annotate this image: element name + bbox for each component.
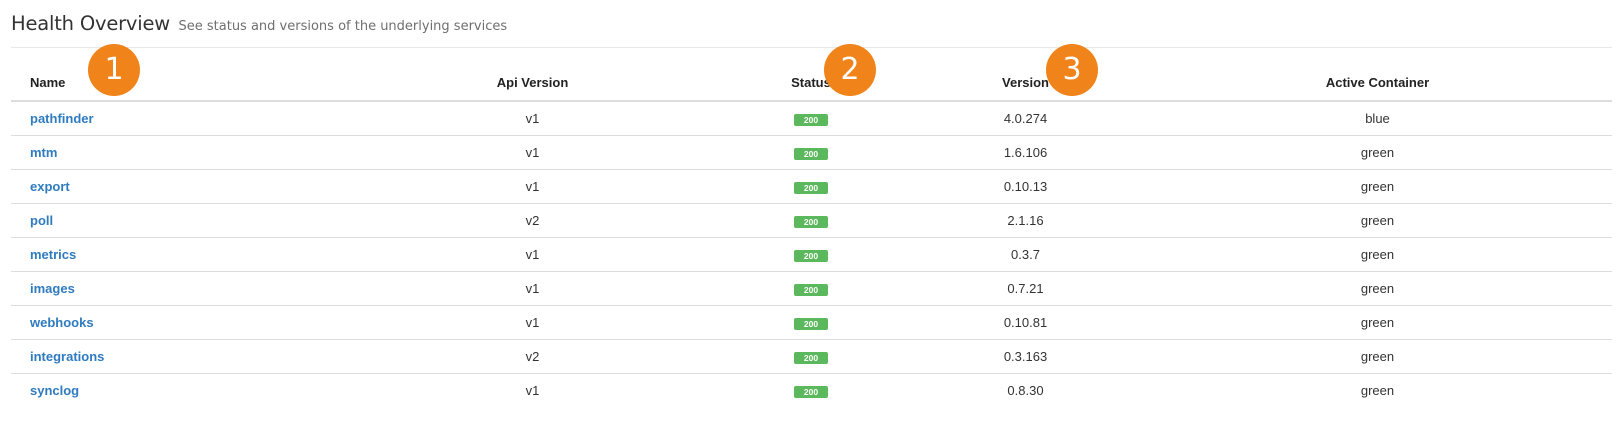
column-header-active-container: Active Container <box>1143 65 1612 102</box>
status-cell: 200 <box>714 339 908 374</box>
api-version-cell: v2 <box>351 339 714 374</box>
page-title: Health Overview <box>11 12 171 35</box>
version-cell: 0.7.21 <box>908 271 1143 306</box>
status-badge: 200 <box>793 182 829 194</box>
service-name-cell: mtm <box>11 135 351 170</box>
table-row: synclog v1 200 0.8.30 green <box>11 374 1612 408</box>
version-cell: 4.0.274 <box>908 101 1143 136</box>
service-name-cell: webhooks <box>11 305 351 340</box>
service-name-cell: poll <box>11 203 351 238</box>
callout-marker-1: 1 <box>88 44 140 96</box>
service-name-cell: pathfinder <box>11 101 351 136</box>
api-version-cell: v1 <box>351 305 714 340</box>
service-link-synclog[interactable]: synclog <box>30 383 79 398</box>
column-header-api-version: Api Version <box>351 65 714 102</box>
column-header-version: Version <box>908 65 1143 102</box>
service-link-metrics[interactable]: metrics <box>30 247 76 262</box>
table-row: pathfinder v1 200 4.0.274 blue <box>11 101 1612 136</box>
active-container-cell: green <box>1143 237 1612 272</box>
active-container-cell: green <box>1360 383 1395 398</box>
service-name-cell: images <box>11 271 351 306</box>
version-cell: 0.10.81 <box>908 305 1143 340</box>
active-container-cell: green <box>1143 305 1612 340</box>
table-row: images v1 200 0.7.21 green <box>11 271 1612 306</box>
api-version-cell: v1 <box>525 383 540 398</box>
table-row: webhooks v1 200 0.10.81 green <box>11 305 1612 340</box>
status-cell: 200 <box>714 169 908 204</box>
service-name-cell: export <box>11 169 351 204</box>
service-link-pathfinder[interactable]: pathfinder <box>30 111 94 126</box>
active-container-cell: green <box>1143 135 1612 170</box>
service-link-webhooks[interactable]: webhooks <box>30 315 94 330</box>
status-cell: 200 <box>714 203 908 238</box>
status-cell: 200 <box>714 237 908 272</box>
service-link-poll[interactable]: poll <box>30 213 53 228</box>
service-name-cell: metrics <box>11 237 351 272</box>
active-container-cell: green <box>1143 203 1612 238</box>
status-badge: 200 <box>793 284 829 296</box>
status-badge: 200 <box>793 352 829 364</box>
active-container-cell: green <box>1143 271 1612 306</box>
status-badge: 200 <box>793 148 829 160</box>
active-container-cell: green <box>1143 169 1612 204</box>
version-cell: 0.3.163 <box>908 339 1143 374</box>
status-cell: 200 <box>714 271 908 306</box>
version-cell: 2.1.16 <box>908 203 1143 238</box>
status-badge: 200 <box>793 114 829 126</box>
status-badge: 200 <box>793 250 829 262</box>
table-row: mtm v1 200 1.6.106 green <box>11 135 1612 170</box>
service-name-cell: synclog <box>11 374 351 408</box>
table-row: integrations v2 200 0.3.163 green <box>11 339 1612 374</box>
header-divider <box>11 47 1612 48</box>
table-row: metrics v1 200 0.3.7 green <box>11 237 1612 272</box>
status-cell: 200 <box>714 374 908 408</box>
callout-marker-2: 2 <box>824 44 876 96</box>
service-link-export[interactable]: export <box>30 179 70 194</box>
service-link-images[interactable]: images <box>30 281 75 296</box>
status-badge: 200 <box>793 216 829 228</box>
service-link-integrations[interactable]: integrations <box>30 349 104 364</box>
table-header-row: Name Api Version Status Version Active C… <box>11 65 1612 102</box>
api-version-cell: v1 <box>351 101 714 136</box>
version-cell: 0.10.13 <box>908 169 1143 204</box>
status-badge: 200 <box>793 386 829 398</box>
api-version-cell: v1 <box>351 271 714 306</box>
column-header-name: Name <box>11 65 351 102</box>
service-link-mtm[interactable]: mtm <box>30 145 57 160</box>
health-table: Name Api Version Status Version Active C… <box>11 65 1612 407</box>
version-cell: 0.3.7 <box>908 237 1143 272</box>
status-cell: 200 <box>714 101 908 136</box>
table-row: poll v2 200 2.1.16 green <box>11 203 1612 238</box>
version-cell: 1.6.106 <box>908 135 1143 170</box>
table-row: export v1 200 0.10.13 green <box>11 169 1612 204</box>
status-cell: 200 <box>714 135 908 170</box>
api-version-cell: v1 <box>351 135 714 170</box>
column-header-status: Status <box>714 65 908 102</box>
api-version-cell: v2 <box>351 203 714 238</box>
service-name-cell: integrations <box>11 339 351 374</box>
version-cell: 0.8.30 <box>1007 383 1044 398</box>
page-subtitle: See status and versions of the underlyin… <box>178 19 508 34</box>
page-header: Health Overview See status and versions … <box>11 12 507 35</box>
api-version-cell: v1 <box>351 237 714 272</box>
active-container-cell: blue <box>1143 101 1612 136</box>
status-cell: 200 <box>714 305 908 340</box>
callout-marker-3: 3 <box>1046 44 1098 96</box>
api-version-cell: v1 <box>351 169 714 204</box>
active-container-cell: green <box>1143 339 1612 374</box>
status-badge: 200 <box>793 318 829 330</box>
